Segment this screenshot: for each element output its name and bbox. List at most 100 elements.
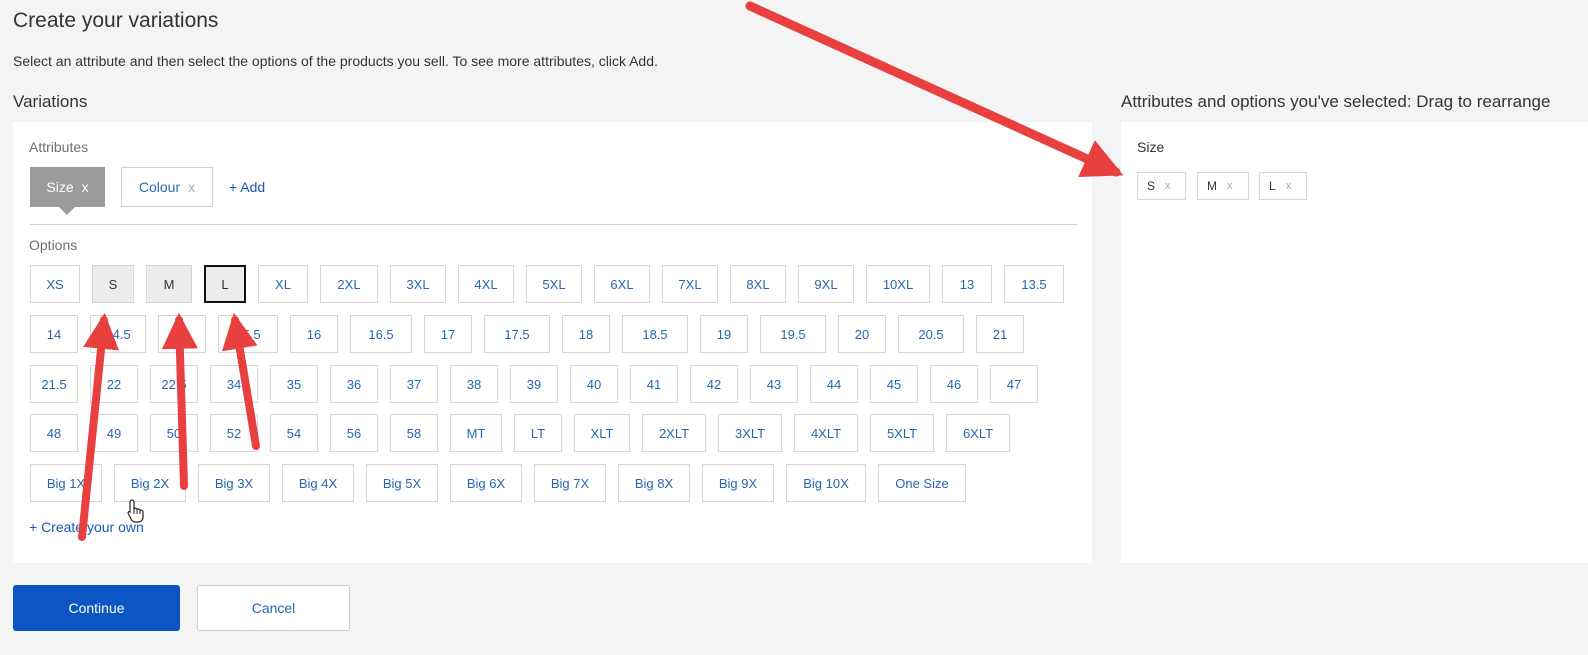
option-button[interactable]: 45 — [870, 365, 918, 403]
option-button[interactable]: 48 — [30, 414, 78, 452]
option-button[interactable]: 2XL — [320, 265, 378, 303]
selected-option-chip[interactable]: L x — [1259, 172, 1307, 200]
selected-option-chip[interactable]: M x — [1197, 172, 1249, 200]
option-button[interactable]: 4XL — [458, 265, 514, 303]
option-button[interactable]: 10XL — [866, 265, 930, 303]
option-button[interactable]: 16 — [290, 315, 338, 353]
option-button[interactable]: 9XL — [798, 265, 854, 303]
option-button[interactable]: 20 — [838, 315, 886, 353]
option-button[interactable]: Big 3X — [198, 464, 270, 502]
option-button[interactable]: 18.5 — [622, 315, 688, 353]
option-button[interactable]: 34 — [210, 365, 258, 403]
option-button[interactable]: 13 — [942, 265, 992, 303]
option-button[interactable]: 2XLT — [642, 414, 706, 452]
option-button[interactable]: Big 9X — [702, 464, 774, 502]
option-button[interactable]: 54 — [270, 414, 318, 452]
option-button[interactable]: 18 — [562, 315, 610, 353]
option-button[interactable]: 49 — [90, 414, 138, 452]
option-button[interactable]: 42 — [690, 365, 738, 403]
option-button[interactable]: 50 — [150, 414, 198, 452]
attributes-label: Attributes — [29, 139, 89, 155]
option-button[interactable]: 43 — [750, 365, 798, 403]
option-button[interactable]: 14 — [30, 315, 78, 353]
option-button[interactable]: Big 10X — [786, 464, 866, 502]
option-button[interactable]: 15 — [158, 315, 206, 353]
option-button[interactable]: MT — [450, 414, 502, 452]
option-button[interactable]: Big 5X — [366, 464, 438, 502]
attribute-chip-label: Size — [46, 179, 74, 195]
variations-panel: Attributes Size x Colour x + Add Options… — [13, 122, 1092, 563]
option-button[interactable]: XL — [258, 265, 308, 303]
option-button[interactable]: XLT — [574, 414, 630, 452]
option-button[interactable]: Big 6X — [450, 464, 522, 502]
option-button[interactable]: 38 — [450, 365, 498, 403]
option-button[interactable]: L — [204, 265, 246, 303]
option-button[interactable]: 39 — [510, 365, 558, 403]
option-button[interactable]: 7XL — [662, 265, 718, 303]
selected-option-label: M — [1207, 179, 1217, 193]
option-button[interactable]: 19.5 — [760, 315, 826, 353]
selected-options-panel: Size S x M x L x — [1121, 122, 1588, 563]
option-button[interactable]: 46 — [930, 365, 978, 403]
option-button[interactable]: 17 — [424, 315, 472, 353]
option-button[interactable]: 14.5 — [90, 315, 146, 353]
option-button[interactable]: 56 — [330, 414, 378, 452]
option-button[interactable]: LT — [514, 414, 562, 452]
option-button[interactable]: 47 — [990, 365, 1038, 403]
option-button[interactable]: 3XL — [390, 265, 446, 303]
selected-option-chip[interactable]: S x — [1137, 172, 1186, 200]
option-button[interactable]: 13.5 — [1004, 265, 1064, 303]
option-button[interactable]: Big 2X — [114, 464, 186, 502]
option-button[interactable]: XS — [30, 265, 80, 303]
option-button[interactable]: 44 — [810, 365, 858, 403]
option-button[interactable]: 16.5 — [350, 315, 412, 353]
remove-option-icon[interactable]: x — [1227, 180, 1233, 192]
selected-panel-heading: Attributes and options you've selected: … — [1121, 92, 1551, 111]
option-button[interactable]: 5XL — [526, 265, 582, 303]
option-button[interactable]: Big 4X — [282, 464, 354, 502]
options-row: 48 49 50 52 54 56 58 MT LT XLT 2XLT 3XLT 4XLT 5XLT 6XL… — [30, 414, 1010, 452]
option-button[interactable]: 21 — [976, 315, 1024, 353]
attribute-chip-label: Colour — [138, 179, 181, 195]
option-button[interactable]: S — [92, 265, 134, 303]
option-button[interactable]: 58 — [390, 414, 438, 452]
option-button[interactable]: 3XLT — [718, 414, 782, 452]
attribute-chip-size[interactable]: Size x — [30, 167, 105, 215]
option-button[interactable]: 40 — [570, 365, 618, 403]
remove-attribute-colour-icon[interactable]: x — [188, 179, 195, 195]
remove-attribute-size-icon[interactable]: x — [82, 179, 89, 195]
option-button[interactable]: One Size — [878, 464, 966, 502]
option-button[interactable]: 6XL — [594, 265, 650, 303]
selected-option-label: L — [1269, 179, 1276, 193]
option-button[interactable]: 15.5 — [218, 315, 278, 353]
attribute-chip-colour[interactable]: Colour x — [121, 167, 213, 207]
option-button[interactable]: 37 — [390, 365, 438, 403]
option-button[interactable]: 17.5 — [484, 315, 550, 353]
option-button[interactable]: Big 8X — [618, 464, 690, 502]
option-button[interactable]: 22 — [90, 365, 138, 403]
option-button[interactable]: 22.5 — [150, 365, 198, 403]
remove-option-icon[interactable]: x — [1286, 180, 1292, 192]
cancel-button[interactable]: Cancel — [197, 585, 350, 631]
option-button[interactable]: 41 — [630, 365, 678, 403]
option-button[interactable]: 20.5 — [898, 315, 964, 353]
remove-option-icon[interactable]: x — [1165, 180, 1171, 192]
option-button[interactable]: 4XLT — [794, 414, 858, 452]
options-row: Big 1X Big 2X Big 3X Big 4X Big 5X Big 6X Big … — [30, 464, 966, 502]
options-row: 21.5 22 22.5 34 35 36 37 38 39 40 41 42 43 44 45 46 47 — [30, 365, 1038, 403]
option-button[interactable]: Big 7X — [534, 464, 606, 502]
option-button[interactable]: 8XL — [730, 265, 786, 303]
option-button[interactable]: Big 1X — [30, 464, 102, 502]
option-button[interactable]: 35 — [270, 365, 318, 403]
option-button[interactable]: 21.5 — [30, 365, 78, 403]
option-button[interactable]: M — [146, 265, 192, 303]
selected-option-label: S — [1147, 179, 1156, 193]
option-button[interactable]: 19 — [700, 315, 748, 353]
option-button[interactable]: 52 — [210, 414, 258, 452]
add-attribute-link[interactable]: + Add — [229, 179, 265, 195]
option-button[interactable]: 36 — [330, 365, 378, 403]
option-button[interactable]: 6XLT — [946, 414, 1010, 452]
page-subtitle: Select an attribute and then select the … — [13, 53, 658, 69]
option-button[interactable]: 5XLT — [870, 414, 934, 452]
continue-button[interactable]: Continue — [13, 585, 180, 631]
